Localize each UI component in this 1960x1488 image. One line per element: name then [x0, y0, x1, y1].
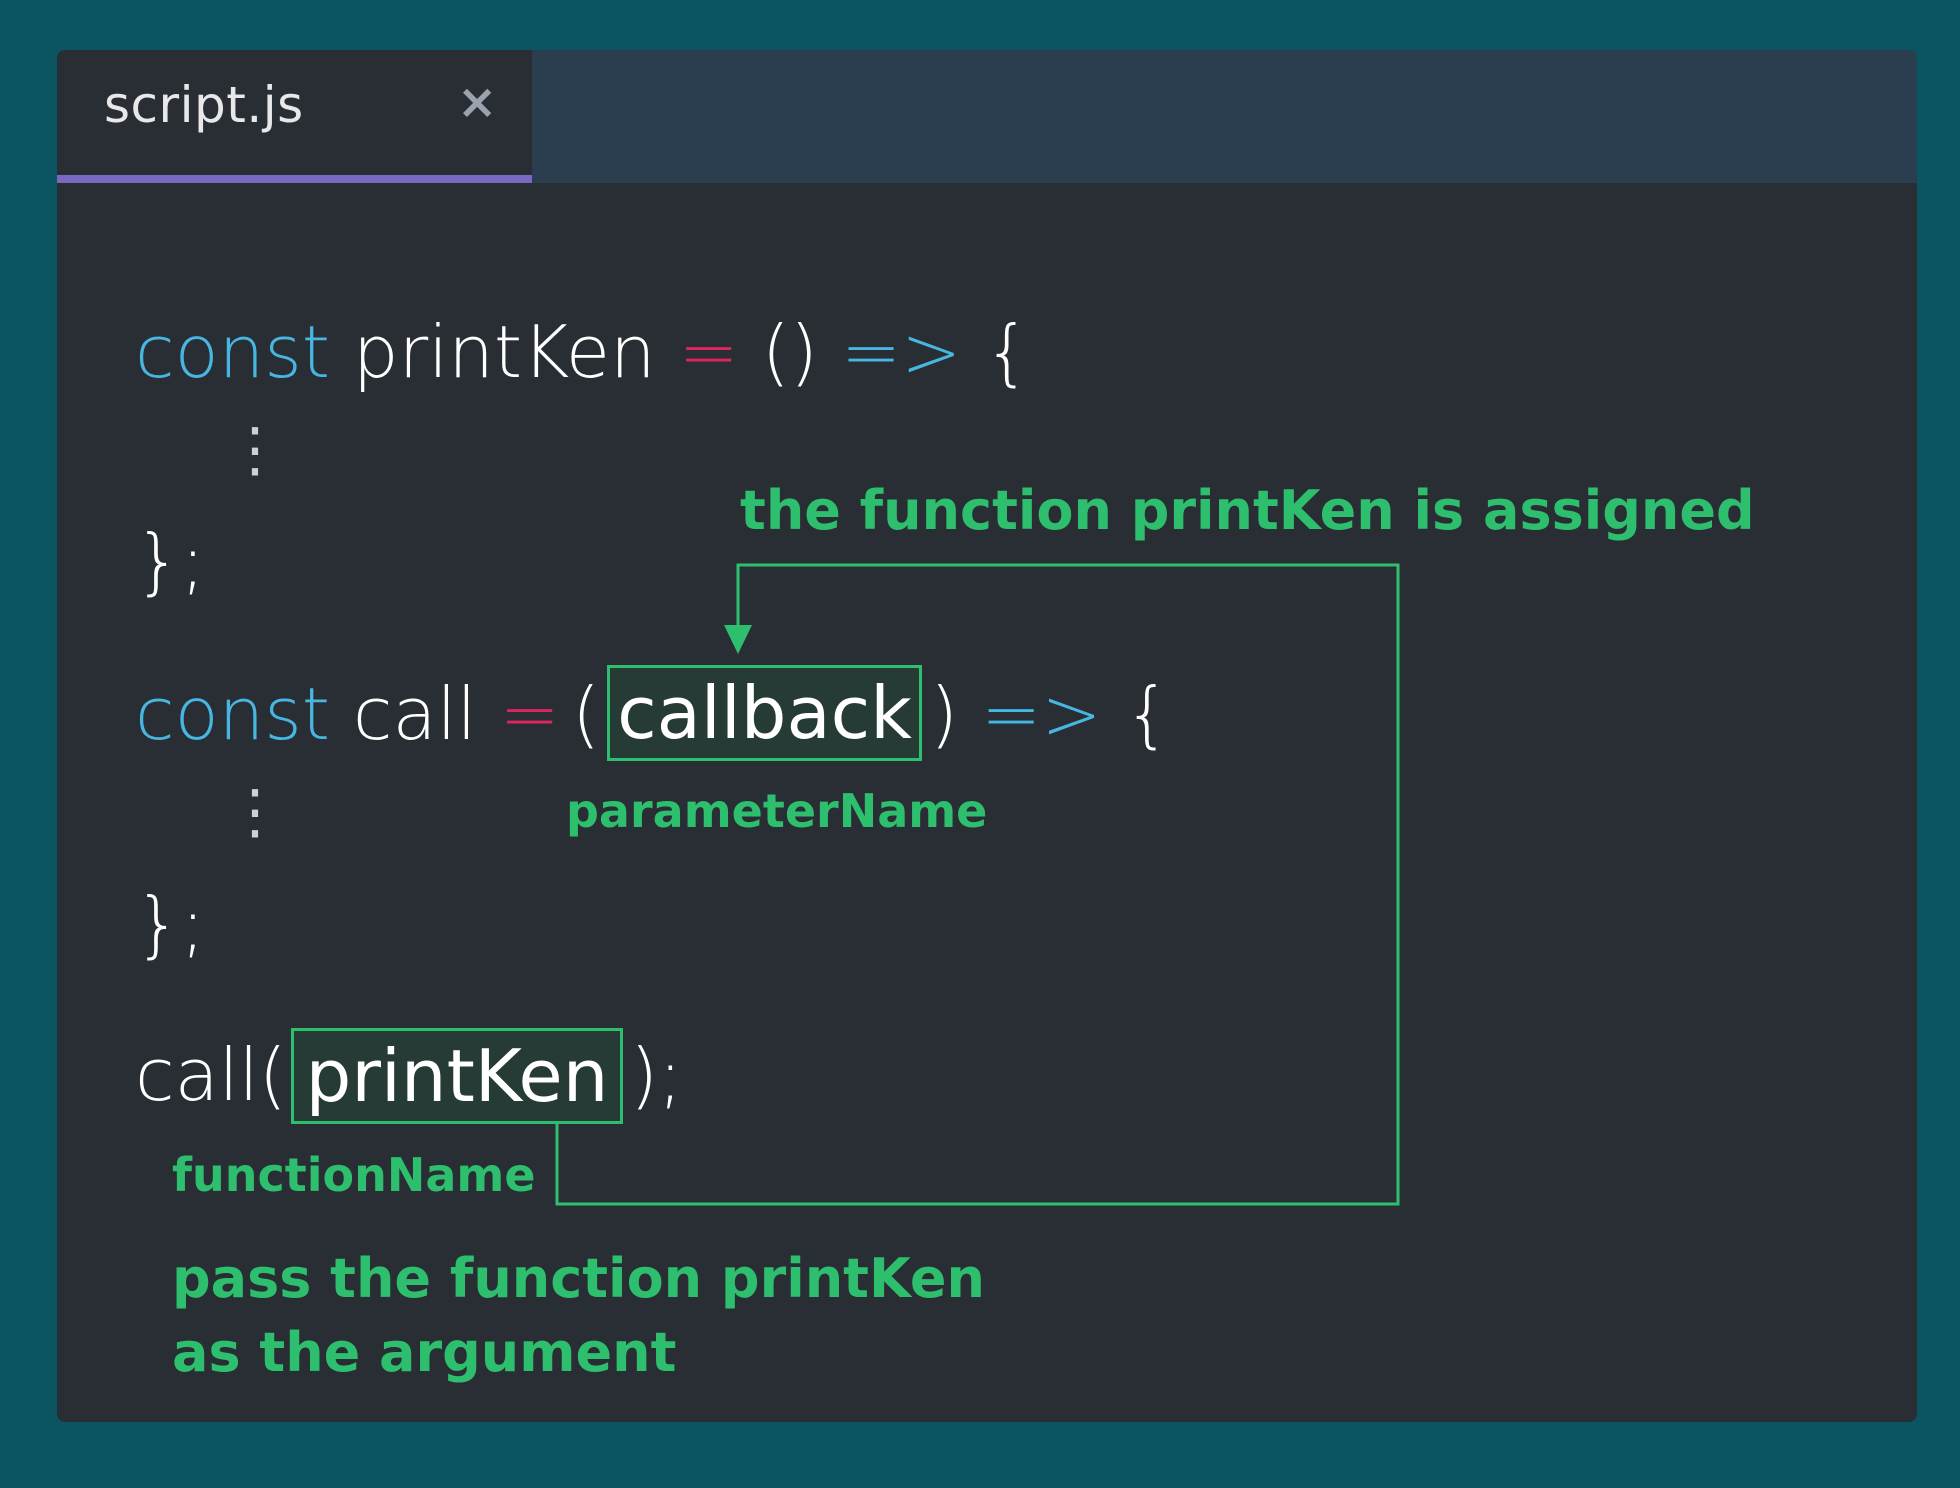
connector-line	[555, 563, 1400, 1206]
connector-arrow	[555, 563, 1400, 1206]
arrowhead-icon	[724, 625, 752, 654]
